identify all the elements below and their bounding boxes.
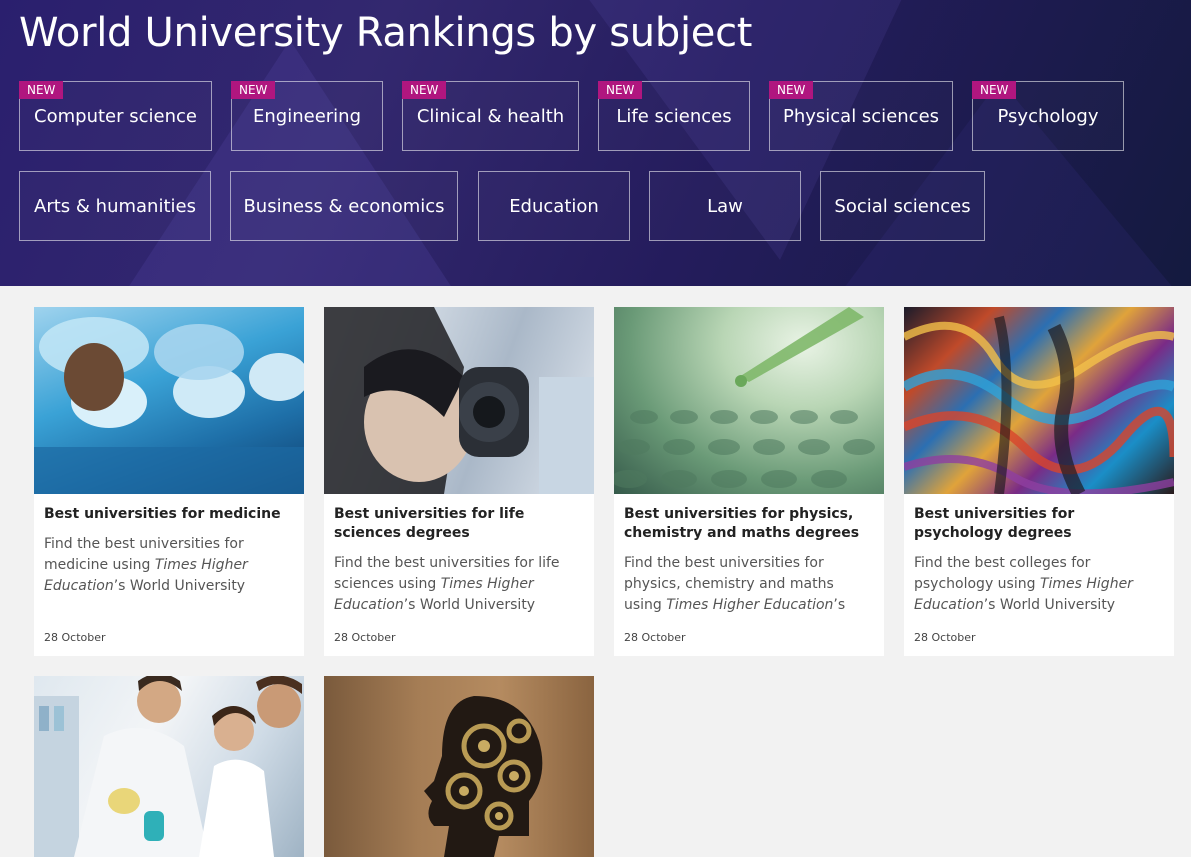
subject-button-life-sciences[interactable]: NEW Life sciences — [598, 81, 750, 151]
card-description: Find the best universities for life scie… — [334, 553, 584, 616]
subject-label: Law — [707, 195, 743, 217]
card-description: Find the best colleges for psychology us… — [914, 553, 1164, 616]
subject-label: Social sciences — [834, 195, 971, 217]
card-description: Find the best universities for physics, … — [624, 553, 874, 616]
subject-button-computer-science[interactable]: NEW Computer science — [19, 81, 212, 151]
microscope-photo — [324, 307, 594, 494]
subject-label: Business & economics — [243, 195, 445, 217]
new-badge: NEW — [19, 81, 64, 99]
surgeons-photo — [34, 307, 304, 494]
new-badge: NEW — [231, 81, 276, 99]
article-card-lab[interactable] — [34, 676, 304, 857]
article-card-medicine[interactable]: Best universities for medicine Find the … — [34, 307, 304, 656]
subject-button-education[interactable]: Education — [478, 171, 630, 241]
card-date: 28 October — [624, 631, 686, 644]
card-title: Best universities for psychology degrees — [914, 506, 1075, 541]
lab-scientists-illustration — [34, 676, 302, 857]
microscope-illustration — [324, 307, 594, 494]
subject-button-psychology[interactable]: NEW Psychology — [972, 81, 1124, 151]
abstract-faces-illustration — [904, 315, 1174, 494]
pipette-photo — [614, 307, 884, 494]
subject-label: Psychology — [997, 105, 1099, 127]
subject-label: Engineering — [253, 105, 361, 127]
subject-label: Clinical & health — [416, 105, 565, 127]
subject-button-law[interactable]: Law — [649, 171, 801, 241]
subject-label: Life sciences — [616, 105, 732, 127]
subject-button-arts-humanities[interactable]: Arts & humanities — [19, 171, 211, 241]
card-title: Best universities for life sciences degr… — [334, 506, 525, 541]
card-date: 28 October — [914, 631, 976, 644]
card-title: Best universities for physics, chemistry… — [624, 506, 860, 541]
new-badge: NEW — [769, 81, 814, 99]
hero-banner: World University Rankings by subject NEW… — [0, 0, 1191, 286]
article-card-gear-head[interactable] — [324, 676, 594, 857]
pipette-illustration — [614, 307, 875, 488]
subject-button-clinical-health[interactable]: NEW Clinical & health — [402, 81, 579, 151]
subject-button-engineering[interactable]: NEW Engineering — [231, 81, 383, 151]
article-card-psychology[interactable]: Best universities for psychology degrees… — [904, 307, 1174, 656]
card-desc-emphasis: Times Higher Education — [666, 597, 834, 613]
card-title: Best universities for medicine — [44, 506, 281, 522]
page-title: World University Rankings by subject — [19, 10, 753, 56]
lab-scientists-photo — [34, 676, 304, 857]
subject-button-physical-sciences[interactable]: NEW Physical sciences — [769, 81, 953, 151]
abstract-faces-photo — [904, 307, 1174, 494]
new-badge: NEW — [402, 81, 447, 99]
hero-decoration — [120, 40, 460, 286]
subject-button-social-sciences[interactable]: Social sciences — [820, 171, 985, 241]
subject-button-business-economics[interactable]: Business & economics — [230, 171, 458, 241]
subject-label: Computer science — [34, 105, 197, 127]
new-badge: NEW — [598, 81, 643, 99]
card-date: 28 October — [334, 631, 396, 644]
subject-label: Education — [509, 195, 599, 217]
article-card-physics[interactable]: Best universities for physics, chemistry… — [614, 307, 884, 656]
subject-label: Physical sciences — [782, 105, 940, 127]
article-card-life-sciences[interactable]: Best universities for life sciences degr… — [324, 307, 594, 656]
card-date: 28 October — [44, 631, 106, 644]
gear-head-illustration — [424, 696, 543, 857]
subject-label: Arts & humanities — [34, 195, 196, 217]
surgeons-illustration — [34, 317, 304, 494]
gear-head-photo — [324, 676, 594, 857]
card-description: Find the best universities for medicine … — [44, 534, 294, 597]
new-badge: NEW — [972, 81, 1017, 99]
